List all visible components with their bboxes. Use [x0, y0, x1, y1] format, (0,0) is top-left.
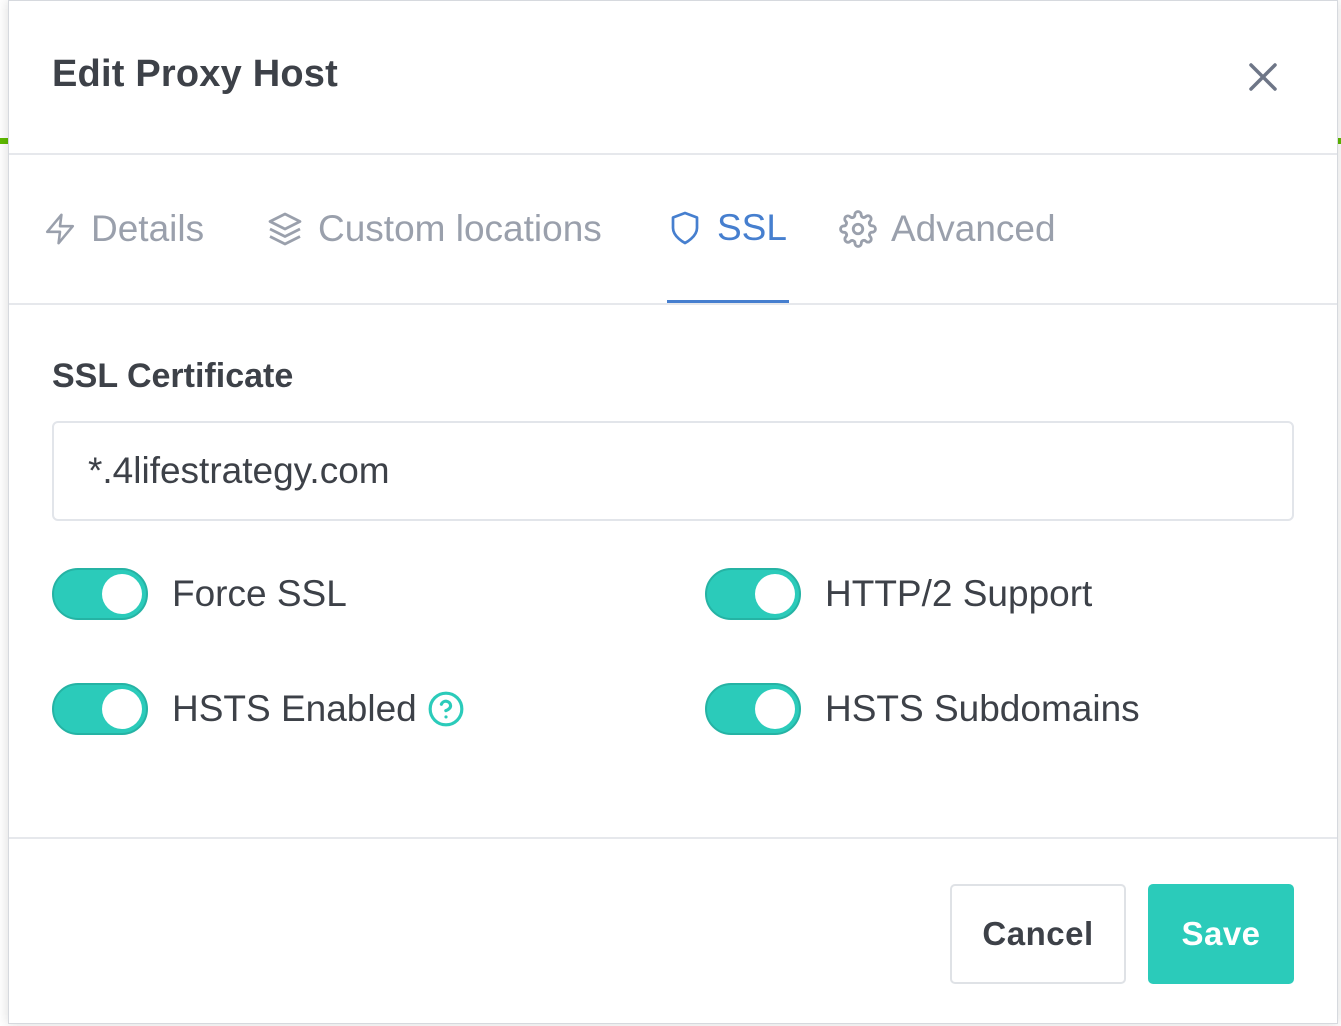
- hsts-subdomains-label: HSTS Subdomains: [825, 688, 1140, 729]
- toggle-knob: [755, 689, 795, 729]
- save-button[interactable]: Save: [1148, 884, 1294, 984]
- close-icon: [1249, 63, 1277, 91]
- tab-details[interactable]: Details: [43, 155, 204, 303]
- toggle-knob: [102, 574, 142, 614]
- tab-ssl[interactable]: SSL: [667, 155, 789, 303]
- tab-details-label: Details: [91, 208, 205, 249]
- ssl-certificate-select[interactable]: *.4lifestrategy.com: [52, 421, 1294, 521]
- question-circle-icon: [428, 691, 464, 727]
- shield-icon: [671, 211, 699, 244]
- tab-bar: Details Custom locations SSL Advanced: [9, 155, 1337, 305]
- ssl-certificate-value: *.4lifestrategy.com: [88, 450, 390, 491]
- http2-support-toggle[interactable]: [705, 568, 801, 620]
- force-ssl-toggle[interactable]: [52, 568, 148, 620]
- http2-support-toggle-row[interactable]: HTTP/2 Support: [705, 568, 1092, 620]
- modal-footer: Cancel Save: [9, 837, 1337, 1023]
- hsts-enabled-toggle[interactable]: [52, 683, 148, 735]
- tab-ssl-label: SSL: [717, 206, 787, 248]
- edit-proxy-host-modal: Edit Proxy Host Details Custom locations: [8, 0, 1338, 1024]
- gear-icon: [839, 210, 877, 248]
- toggle-knob: [755, 574, 795, 614]
- hsts-subdomains-toggle-row[interactable]: HSTS Subdomains: [705, 683, 1140, 735]
- hsts-enabled-label: HSTS Enabled: [172, 688, 417, 729]
- toggle-knob: [102, 689, 142, 729]
- lightning-icon: [45, 213, 75, 245]
- tab-advanced-label: Advanced: [891, 208, 1056, 249]
- cancel-button[interactable]: Cancel: [950, 884, 1126, 984]
- layers-icon: [268, 212, 302, 246]
- http2-support-label: HTTP/2 Support: [825, 573, 1093, 614]
- ssl-certificate-label: SSL Certificate: [52, 357, 294, 395]
- hsts-subdomains-toggle[interactable]: [705, 683, 801, 735]
- hsts-enabled-toggle-row[interactable]: HSTS Enabled: [52, 683, 465, 735]
- modal-header: Edit Proxy Host: [9, 1, 1337, 155]
- tab-custom-locations-label: Custom locations: [318, 208, 602, 249]
- tab-advanced[interactable]: Advanced: [839, 155, 1056, 303]
- modal-title: Edit Proxy Host: [52, 53, 338, 95]
- force-ssl-label: Force SSL: [172, 573, 347, 614]
- force-ssl-toggle-row[interactable]: Force SSL: [52, 568, 347, 620]
- tab-custom-locations[interactable]: Custom locations: [266, 155, 602, 303]
- hsts-help-button[interactable]: [427, 690, 465, 728]
- close-button[interactable]: [1241, 55, 1285, 99]
